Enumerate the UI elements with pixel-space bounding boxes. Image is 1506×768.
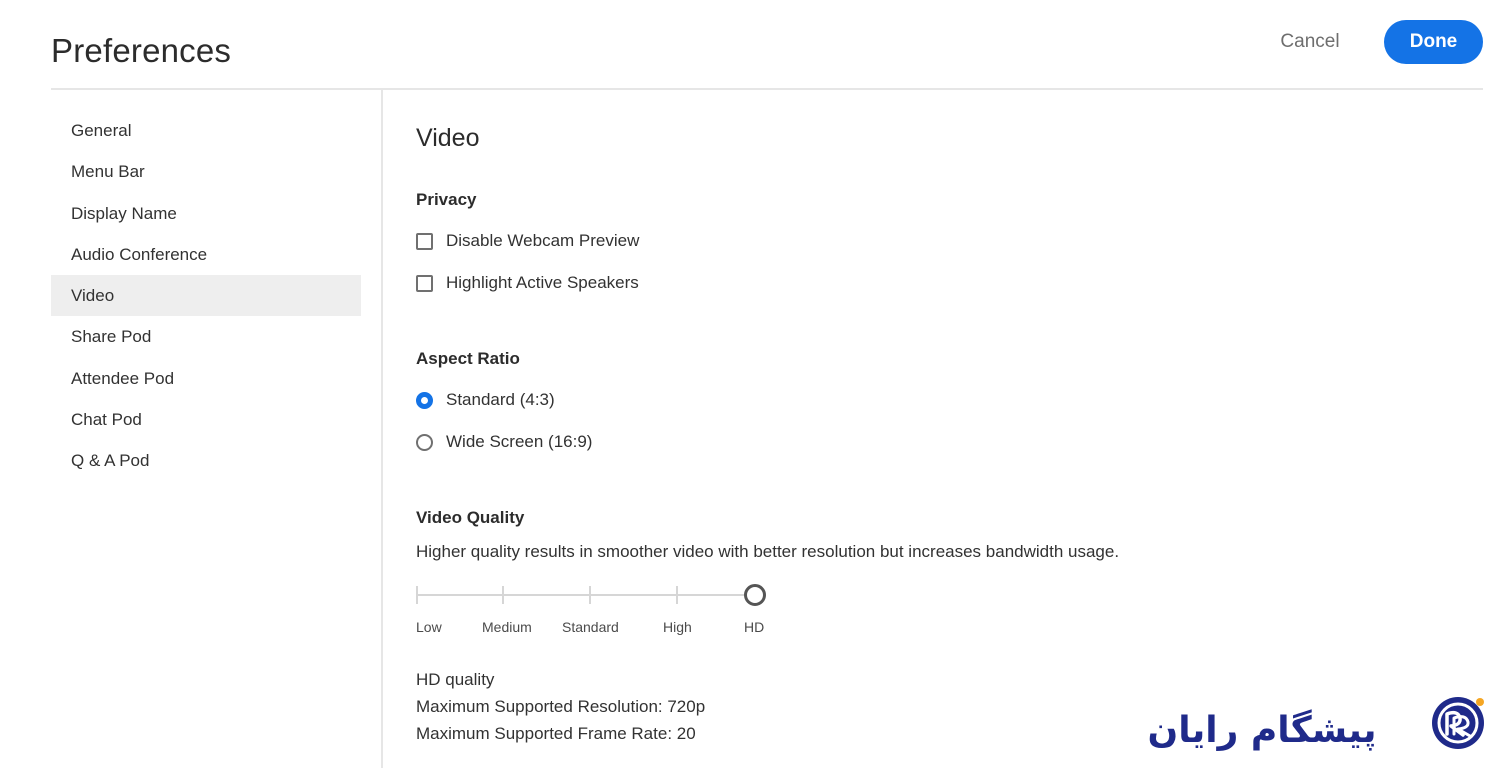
slider-handle[interactable] — [744, 584, 766, 606]
disable-webcam-preview-checkbox[interactable]: Disable Webcam Preview — [416, 229, 639, 253]
max-frame-rate: Maximum Supported Frame Rate: 20 — [416, 724, 696, 743]
sidebar-item-general[interactable]: General — [51, 110, 361, 151]
slider-tick — [416, 586, 418, 604]
highlight-active-speakers-checkbox[interactable]: Highlight Active Speakers — [416, 271, 639, 295]
sidebar-item-menu-bar[interactable]: Menu Bar — [51, 151, 361, 192]
sidebar-item-share-pod[interactable]: Share Pod — [51, 316, 361, 357]
video-quality-label: Video Quality — [416, 508, 525, 527]
slider-label-standard: Standard — [562, 619, 619, 635]
watermark-text: پیشگام رایان — [1147, 709, 1376, 751]
section-title: Video — [416, 124, 480, 152]
sidebar-item-audio-conference[interactable]: Audio Conference — [51, 234, 361, 275]
sidebar-item-display-name[interactable]: Display Name — [51, 193, 361, 234]
sidebar-item-video[interactable]: Video — [51, 275, 361, 317]
slider-label-hd: HD — [744, 619, 765, 635]
standard-4-3-radio[interactable]: Standard (4:3) — [416, 388, 555, 412]
slider-label-low: Low — [416, 619, 442, 635]
slider-tick — [589, 586, 591, 604]
video-quality-slider[interactable] — [416, 578, 776, 612]
max-resolution: Maximum Supported Resolution: 720p — [416, 697, 706, 716]
logo-icon — [1432, 697, 1484, 749]
option-label: Wide Screen (16:9) — [446, 432, 593, 451]
slider-tick — [676, 586, 678, 604]
wide-screen-16-9-radio[interactable]: Wide Screen (16:9) — [416, 430, 592, 454]
option-label: Disable Webcam Preview — [446, 231, 640, 250]
option-label: Standard (4:3) — [446, 390, 555, 409]
privacy-label: Privacy — [416, 190, 477, 209]
checkbox-icon — [416, 232, 433, 250]
page-title: Preferences — [51, 32, 232, 69]
sidebar-item-attendee-pod[interactable]: Attendee Pod — [51, 358, 361, 399]
slider-tick — [502, 586, 504, 604]
slider-track — [416, 594, 744, 596]
quality-name: HD quality — [416, 670, 495, 689]
video-quality-description: Higher quality results in smoother video… — [416, 542, 1120, 561]
checkbox-icon — [416, 274, 433, 292]
sidebar-item-qa-pod[interactable]: Q & A Pod — [51, 440, 361, 481]
slider-label-medium: Medium — [482, 619, 532, 635]
sidebar-divider — [381, 90, 383, 768]
sidebar-nav: General Menu Bar Display Name Audio Conf… — [51, 110, 361, 482]
radio-icon — [416, 433, 433, 451]
slider-label-high: High — [663, 619, 692, 635]
pishgam-rayan-watermark: پیشگام رایان — [1147, 697, 1484, 751]
sidebar-item-chat-pod[interactable]: Chat Pod — [51, 399, 361, 440]
video-settings-panel: Video Privacy Disable Webcam Preview Hig… — [416, 0, 1496, 768]
radio-selected-icon — [416, 391, 433, 409]
aspect-ratio-label: Aspect Ratio — [416, 349, 520, 368]
option-label: Highlight Active Speakers — [446, 273, 639, 292]
